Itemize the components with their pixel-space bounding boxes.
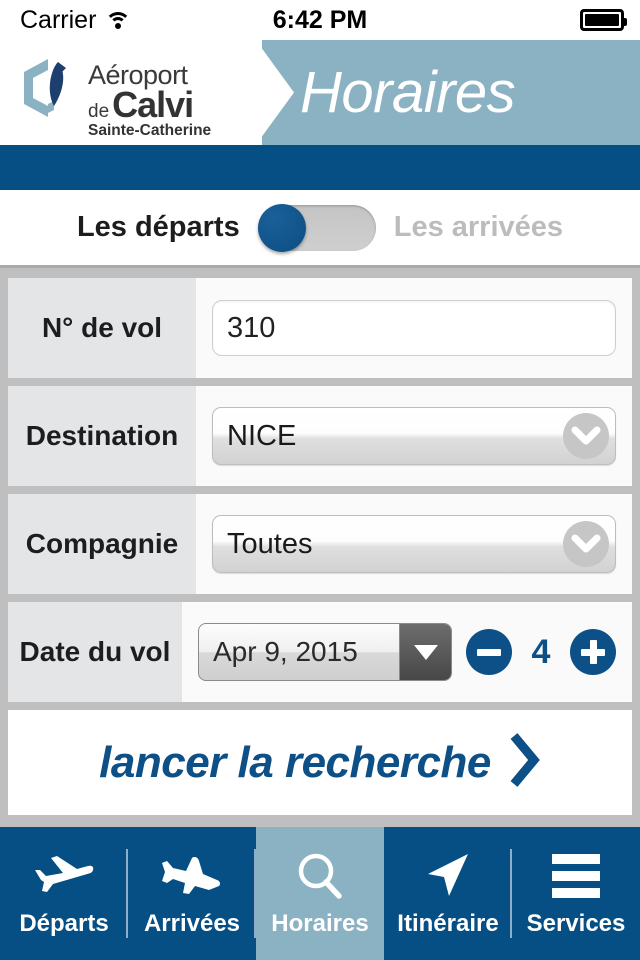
airline-select[interactable]: Toutes — [212, 515, 616, 573]
row-flight-number: N° de vol 310 — [8, 278, 632, 378]
logo-line-calvi: de Calvi — [88, 87, 211, 123]
field-airline: Toutes — [196, 494, 632, 594]
field-flight-number: 310 — [196, 278, 632, 378]
bottom-tab-bar: Départs Arrivées Horaires Itinéraire Ser… — [0, 827, 640, 960]
flight-date-select[interactable]: Apr 9, 2015 — [198, 623, 452, 681]
row-destination: Destination NICE — [8, 386, 632, 486]
toggle-label-departures[interactable]: Les départs — [77, 211, 240, 244]
hamburger-menu-icon — [552, 850, 600, 902]
plane-arrival-icon — [161, 850, 223, 902]
clock-label: 6:42 PM — [272, 5, 368, 34]
app-header: Aéroport de Calvi Sainte-Catherine Horai… — [0, 40, 640, 145]
switch-knob[interactable] — [257, 203, 306, 252]
plane-departure-icon — [33, 850, 95, 902]
tab-label-services: Services — [526, 909, 626, 937]
minus-circle-icon[interactable] — [466, 629, 512, 675]
departures-arrivals-toggle-row: Les départs Les arrivées — [0, 190, 640, 268]
logo-subtitle: Sainte-Catherine — [88, 122, 212, 139]
tab-label-departures: Départs — [19, 909, 109, 937]
tab-label-schedules: Horaires — [271, 909, 369, 937]
tab-services[interactable]: Services — [512, 827, 640, 960]
tab-departures[interactable]: Départs — [0, 827, 128, 960]
launch-search-button[interactable]: lancer la recherche — [8, 710, 632, 815]
battery-icon — [580, 9, 627, 31]
label-flight-number: N° de vol — [8, 278, 196, 378]
header-arrow-shape — [228, 40, 294, 145]
search-form: N° de vol 310 Destination NICE Compagnie… — [0, 268, 640, 815]
departures-arrivals-switch[interactable] — [257, 203, 376, 252]
airport-logo-text: Aéroport de Calvi Sainte-Catherine — [88, 54, 211, 139]
triangle-down-icon[interactable] — [399, 624, 451, 680]
search-magnifier-icon — [294, 850, 346, 902]
destination-value: NICE — [227, 419, 297, 452]
row-airline: Compagnie Toutes — [8, 494, 632, 594]
calvi-hexagon-logo-icon — [18, 54, 80, 128]
status-bar: Carrier 6:42 PM — [0, 0, 640, 40]
tab-label-itinerary: Itinéraire — [397, 909, 499, 937]
field-destination: NICE — [196, 386, 632, 486]
label-destination: Destination — [8, 386, 196, 486]
plus-circle-icon[interactable] — [570, 629, 616, 675]
header-blue-bar — [0, 145, 640, 190]
tab-label-arrivals: Arrivées — [143, 909, 241, 937]
app-screen: Carrier 6:42 PM Aéroport de Calvi Sainte… — [0, 0, 640, 960]
page-title: Horaires — [300, 60, 516, 125]
airline-value: Toutes — [227, 527, 313, 560]
logo-de-label: de — [88, 101, 110, 122]
chevron-right-icon — [507, 730, 541, 795]
tab-itinerary[interactable]: Itinéraire — [384, 827, 512, 960]
label-airline: Compagnie — [8, 494, 196, 594]
flight-number-input[interactable]: 310 — [212, 300, 616, 356]
flight-date-value: Apr 9, 2015 — [213, 636, 358, 667]
launch-search-label: lancer la recherche — [99, 737, 491, 787]
field-flight-date: Apr 9, 2015 4 — [182, 602, 632, 702]
row-flight-date: Date du vol Apr 9, 2015 4 — [8, 602, 632, 702]
destination-select[interactable]: NICE — [212, 407, 616, 465]
label-flight-date: Date du vol — [8, 602, 182, 702]
navigation-arrow-icon — [422, 850, 474, 902]
logo-calvi-label: Calvi — [112, 84, 194, 125]
airport-logo: Aéroport de Calvi Sainte-Catherine — [18, 54, 211, 139]
chevron-down-icon[interactable] — [563, 413, 609, 459]
tab-arrivals[interactable]: Arrivées — [128, 827, 256, 960]
day-count-value: 4 — [531, 632, 551, 671]
chevron-down-icon[interactable] — [563, 521, 609, 567]
tab-schedules[interactable]: Horaires — [256, 827, 384, 960]
toggle-label-arrivals[interactable]: Les arrivées — [394, 211, 563, 244]
